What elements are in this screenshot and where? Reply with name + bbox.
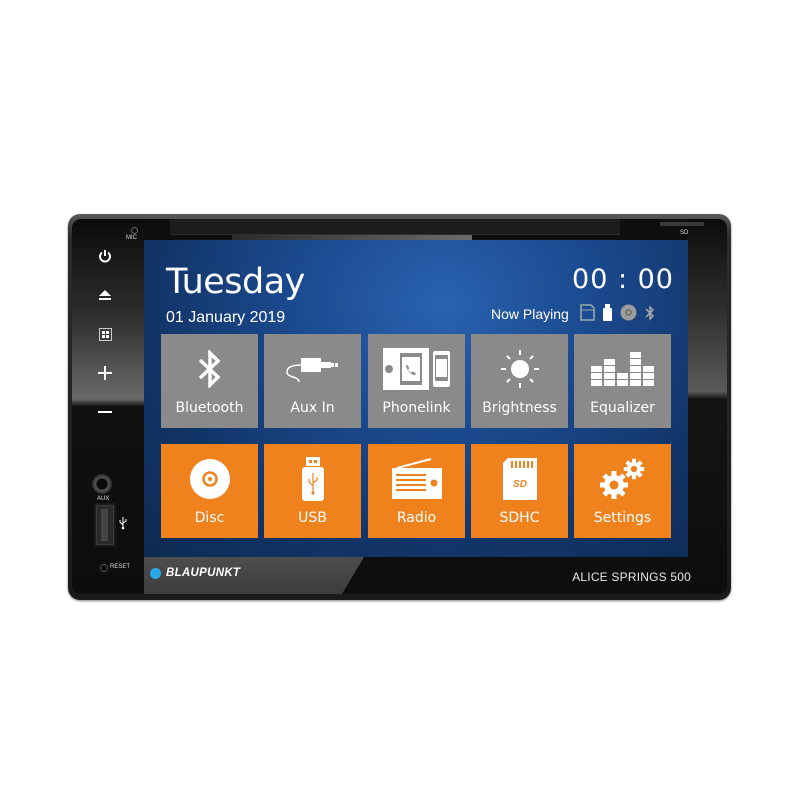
tile-sdhc[interactable]: SD SDHC [471, 444, 568, 538]
date-label: 01 January 2019 [166, 309, 286, 326]
equalizer-block [603, 373, 615, 379]
equalizer-block [603, 380, 615, 386]
equalizer-block [642, 366, 654, 372]
plus-icon [98, 366, 112, 380]
usb-port-slot [101, 509, 108, 541]
source-indicators [580, 304, 655, 321]
equalizer-block [629, 380, 641, 386]
gear-shape [623, 458, 644, 480]
tile-label: Radio [396, 510, 437, 526]
equalizer-block [590, 380, 602, 386]
minus-icon [98, 411, 112, 413]
touchscreen: Tuesday 01 January 2019 00 : 00 Now Play… [144, 240, 688, 557]
now-playing-label: Now Playing [491, 306, 569, 322]
mic-label: MIC [126, 235, 137, 241]
aux-jack[interactable] [92, 474, 112, 494]
power-button[interactable] [92, 244, 118, 268]
equalizer-block [590, 366, 602, 372]
power-icon [99, 250, 111, 263]
tile-label: Settings [593, 510, 652, 526]
tile-usb[interactable]: USB [264, 444, 361, 538]
disc-icon [620, 304, 637, 321]
equalizer-block [616, 380, 628, 386]
eject-icon [99, 290, 111, 300]
disc-icon [189, 459, 230, 499]
equalizer-block [603, 366, 615, 372]
equalizer-block [629, 359, 641, 365]
usb-icon [603, 304, 612, 321]
sd-card-icon: SD [502, 458, 537, 500]
reset-label: RESET [110, 564, 131, 570]
car-head-unit: SD MIC AUX RESET Tuesday 01 January 2019… [68, 214, 731, 600]
mic-hole [131, 227, 138, 234]
tile-label: Bluetooth [175, 400, 244, 416]
eject-button[interactable] [92, 283, 118, 307]
sun-icon [500, 350, 539, 388]
clock: 00 : 00 [572, 264, 674, 295]
usb-symbol-icon [119, 517, 127, 530]
grid-icon [98, 327, 112, 341]
tile-label: SDHC [499, 510, 540, 526]
sd-card-slot[interactable] [660, 222, 704, 226]
tile-aux-in[interactable]: Aux In [264, 334, 361, 428]
bluetooth-icon [645, 304, 655, 321]
equalizer-block [603, 359, 615, 365]
radio-icon [391, 458, 442, 499]
brand-bar: BLAUPUNKT ALICE SPRINGS 500 [144, 557, 691, 594]
tile-label: Aux In [290, 400, 335, 416]
gear-shape [599, 471, 628, 499]
brand-dot-icon [150, 567, 161, 579]
equalizer-block [629, 373, 641, 379]
aux-label: AUX [97, 496, 110, 502]
day-label: Tuesday [166, 262, 305, 302]
equalizer-block [642, 373, 654, 379]
sd-label: SD [680, 230, 689, 236]
equalizer-block [590, 373, 602, 379]
tile-label: Brightness [482, 400, 557, 416]
brand-name: BLAUPUNKT [166, 567, 241, 579]
tile-label: Phonelink [382, 400, 451, 416]
home-button[interactable] [92, 322, 118, 346]
aux-cable-icon [285, 358, 338, 383]
reset-button[interactable] [100, 564, 108, 572]
tile-brightness[interactable]: Brightness [471, 334, 568, 428]
tile-phonelink[interactable]: Phonelink [368, 334, 465, 428]
bluetooth-icon [198, 350, 221, 388]
brand-logo: BLAUPUNKT [150, 567, 240, 579]
tile-radio[interactable]: Radio [368, 444, 465, 538]
phonelink-icon [382, 348, 450, 390]
model-name: ALICE SPRINGS 500 [572, 570, 691, 584]
gears-icon [599, 458, 644, 499]
bezel: SD MIC AUX RESET Tuesday 01 January 2019… [72, 219, 727, 594]
svg-text:SD: SD [513, 479, 527, 490]
volume-up-button[interactable] [92, 361, 118, 385]
tile-label: Equalizer [590, 400, 655, 416]
tile-label: USB [298, 510, 327, 526]
right-panel [687, 219, 727, 594]
tile-disc[interactable]: Disc [161, 444, 258, 538]
usb-port[interactable] [94, 503, 116, 547]
equalizer-block [642, 380, 654, 386]
tile-equalizer[interactable]: Equalizer [574, 334, 671, 428]
disc-slot [170, 219, 620, 235]
usb-drive-icon [301, 457, 324, 501]
sd-card-icon [580, 304, 595, 321]
equalizer-block [629, 366, 641, 372]
tile-settings[interactable]: Settings [574, 444, 671, 538]
equalizer-block [616, 373, 628, 379]
tile-bluetooth[interactable]: Bluetooth [161, 334, 258, 428]
equalizer-icon [590, 352, 654, 386]
volume-down-button[interactable] [92, 400, 118, 424]
equalizer-block [629, 352, 641, 358]
tile-label: Disc [194, 510, 225, 526]
